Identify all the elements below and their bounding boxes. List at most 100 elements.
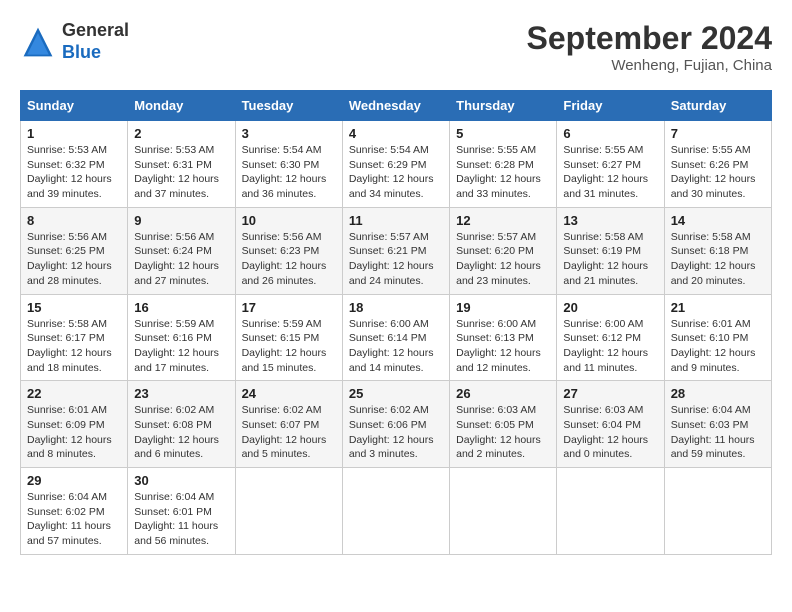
col-tuesday: Tuesday [235,91,342,121]
table-row: 14 Sunrise: 5:58 AM Sunset: 6:18 PM Dayl… [664,207,771,294]
day-number: 14 [671,213,765,228]
day-number: 19 [456,300,550,315]
table-row [342,468,449,555]
table-row: 24 Sunrise: 6:02 AM Sunset: 6:07 PM Dayl… [235,381,342,468]
day-info: Sunrise: 5:55 AM Sunset: 6:28 PM Dayligh… [456,143,550,202]
calendar-header-row: Sunday Monday Tuesday Wednesday Thursday… [21,91,772,121]
day-info: Sunrise: 5:58 AM Sunset: 6:18 PM Dayligh… [671,230,765,289]
table-row: 4 Sunrise: 5:54 AM Sunset: 6:29 PM Dayli… [342,121,449,208]
day-number: 24 [242,386,336,401]
day-info: Sunrise: 5:55 AM Sunset: 6:26 PM Dayligh… [671,143,765,202]
day-info: Sunrise: 5:54 AM Sunset: 6:29 PM Dayligh… [349,143,443,202]
day-info: Sunrise: 6:02 AM Sunset: 6:08 PM Dayligh… [134,403,228,462]
day-number: 22 [27,386,121,401]
day-info: Sunrise: 6:03 AM Sunset: 6:05 PM Dayligh… [456,403,550,462]
week-row-2: 8 Sunrise: 5:56 AM Sunset: 6:25 PM Dayli… [21,207,772,294]
table-row: 20 Sunrise: 6:00 AM Sunset: 6:12 PM Dayl… [557,294,664,381]
day-info: Sunrise: 5:53 AM Sunset: 6:32 PM Dayligh… [27,143,121,202]
day-number: 17 [242,300,336,315]
table-row: 2 Sunrise: 5:53 AM Sunset: 6:31 PM Dayli… [128,121,235,208]
day-number: 2 [134,126,228,141]
table-row: 21 Sunrise: 6:01 AM Sunset: 6:10 PM Dayl… [664,294,771,381]
day-number: 23 [134,386,228,401]
table-row: 23 Sunrise: 6:02 AM Sunset: 6:08 PM Dayl… [128,381,235,468]
day-number: 26 [456,386,550,401]
day-info: Sunrise: 6:00 AM Sunset: 6:12 PM Dayligh… [563,317,657,376]
day-number: 5 [456,126,550,141]
day-number: 27 [563,386,657,401]
table-row: 25 Sunrise: 6:02 AM Sunset: 6:06 PM Dayl… [342,381,449,468]
table-row: 29 Sunrise: 6:04 AM Sunset: 6:02 PM Dayl… [21,468,128,555]
day-number: 25 [349,386,443,401]
location-subtitle: Wenheng, Fujian, China [527,57,772,74]
day-number: 18 [349,300,443,315]
day-info: Sunrise: 6:03 AM Sunset: 6:04 PM Dayligh… [563,403,657,462]
table-row: 27 Sunrise: 6:03 AM Sunset: 6:04 PM Dayl… [557,381,664,468]
day-info: Sunrise: 5:54 AM Sunset: 6:30 PM Dayligh… [242,143,336,202]
table-row: 30 Sunrise: 6:04 AM Sunset: 6:01 PM Dayl… [128,468,235,555]
col-monday: Monday [128,91,235,121]
table-row: 10 Sunrise: 5:56 AM Sunset: 6:23 PM Dayl… [235,207,342,294]
day-info: Sunrise: 6:00 AM Sunset: 6:13 PM Dayligh… [456,317,550,376]
day-number: 13 [563,213,657,228]
day-info: Sunrise: 5:59 AM Sunset: 6:16 PM Dayligh… [134,317,228,376]
page-header: General Blue September 2024 Wenheng, Fuj… [20,20,772,74]
logo-general: General [62,20,129,40]
day-number: 15 [27,300,121,315]
table-row: 1 Sunrise: 5:53 AM Sunset: 6:32 PM Dayli… [21,121,128,208]
logo-blue: Blue [62,42,101,62]
day-number: 3 [242,126,336,141]
day-info: Sunrise: 5:58 AM Sunset: 6:17 PM Dayligh… [27,317,121,376]
day-info: Sunrise: 5:57 AM Sunset: 6:21 PM Dayligh… [349,230,443,289]
table-row: 7 Sunrise: 5:55 AM Sunset: 6:26 PM Dayli… [664,121,771,208]
day-number: 7 [671,126,765,141]
day-number: 21 [671,300,765,315]
day-info: Sunrise: 5:58 AM Sunset: 6:19 PM Dayligh… [563,230,657,289]
day-info: Sunrise: 5:57 AM Sunset: 6:20 PM Dayligh… [456,230,550,289]
day-number: 4 [349,126,443,141]
col-friday: Friday [557,91,664,121]
title-block: September 2024 Wenheng, Fujian, China [527,20,772,74]
day-info: Sunrise: 6:04 AM Sunset: 6:02 PM Dayligh… [27,490,121,549]
day-info: Sunrise: 6:01 AM Sunset: 6:09 PM Dayligh… [27,403,121,462]
table-row [235,468,342,555]
day-number: 12 [456,213,550,228]
table-row: 11 Sunrise: 5:57 AM Sunset: 6:21 PM Dayl… [342,207,449,294]
week-row-4: 22 Sunrise: 6:01 AM Sunset: 6:09 PM Dayl… [21,381,772,468]
day-number: 30 [134,473,228,488]
day-number: 9 [134,213,228,228]
table-row: 18 Sunrise: 6:00 AM Sunset: 6:14 PM Dayl… [342,294,449,381]
week-row-3: 15 Sunrise: 5:58 AM Sunset: 6:17 PM Dayl… [21,294,772,381]
table-row: 28 Sunrise: 6:04 AM Sunset: 6:03 PM Dayl… [664,381,771,468]
month-title: September 2024 [527,20,772,57]
table-row: 15 Sunrise: 5:58 AM Sunset: 6:17 PM Dayl… [21,294,128,381]
col-wednesday: Wednesday [342,91,449,121]
day-info: Sunrise: 6:04 AM Sunset: 6:01 PM Dayligh… [134,490,228,549]
table-row: 12 Sunrise: 5:57 AM Sunset: 6:20 PM Dayl… [450,207,557,294]
day-info: Sunrise: 6:02 AM Sunset: 6:06 PM Dayligh… [349,403,443,462]
week-row-1: 1 Sunrise: 5:53 AM Sunset: 6:32 PM Dayli… [21,121,772,208]
day-info: Sunrise: 5:55 AM Sunset: 6:27 PM Dayligh… [563,143,657,202]
col-sunday: Sunday [21,91,128,121]
day-number: 8 [27,213,121,228]
day-info: Sunrise: 6:00 AM Sunset: 6:14 PM Dayligh… [349,317,443,376]
table-row [450,468,557,555]
table-row: 19 Sunrise: 6:00 AM Sunset: 6:13 PM Dayl… [450,294,557,381]
day-number: 28 [671,386,765,401]
table-row [664,468,771,555]
logo-text: General Blue [62,20,129,63]
day-number: 6 [563,126,657,141]
table-row: 3 Sunrise: 5:54 AM Sunset: 6:30 PM Dayli… [235,121,342,208]
day-info: Sunrise: 5:56 AM Sunset: 6:23 PM Dayligh… [242,230,336,289]
table-row: 13 Sunrise: 5:58 AM Sunset: 6:19 PM Dayl… [557,207,664,294]
day-info: Sunrise: 5:59 AM Sunset: 6:15 PM Dayligh… [242,317,336,376]
table-row: 26 Sunrise: 6:03 AM Sunset: 6:05 PM Dayl… [450,381,557,468]
day-number: 20 [563,300,657,315]
logo-icon [20,24,56,60]
day-info: Sunrise: 6:02 AM Sunset: 6:07 PM Dayligh… [242,403,336,462]
table-row: 17 Sunrise: 5:59 AM Sunset: 6:15 PM Dayl… [235,294,342,381]
day-number: 10 [242,213,336,228]
day-info: Sunrise: 5:56 AM Sunset: 6:25 PM Dayligh… [27,230,121,289]
day-info: Sunrise: 6:04 AM Sunset: 6:03 PM Dayligh… [671,403,765,462]
day-number: 29 [27,473,121,488]
